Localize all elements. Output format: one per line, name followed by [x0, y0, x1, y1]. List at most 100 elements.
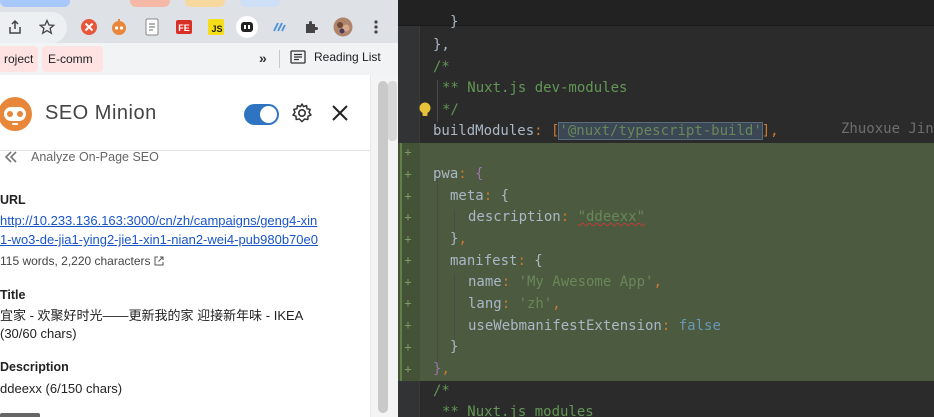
code-line: ** Nuxt.js modules [442, 402, 594, 417]
profile-avatar[interactable] [332, 16, 354, 38]
indent-guide [437, 80, 438, 122]
name-value: 'My Awesome App' [518, 274, 654, 290]
code-line: lang: 'zh', [468, 296, 561, 312]
added-line-marker: + [404, 275, 412, 289]
toggle-knob [260, 106, 277, 123]
panel-scrollbar[interactable] [370, 75, 398, 417]
tab-edge[interactable] [130, 0, 170, 7]
added-line-marker: + [404, 340, 412, 354]
uwe-value: false [678, 318, 721, 334]
url-link-line1[interactable]: http://10.233.136.163:3000/cn/zh/campaig… [0, 212, 317, 230]
description-key: description [468, 209, 561, 225]
panel-header: SEO Minion Analyze On-Page SEO [0, 75, 370, 164]
indent-guide [437, 167, 438, 367]
svg-text:JS: JS [211, 24, 222, 34]
active-tab-edge[interactable] [0, 0, 70, 7]
added-line-marker: + [404, 253, 412, 267]
extension-robot-icon[interactable] [108, 16, 130, 38]
code-line: }, [450, 231, 467, 247]
close-icon[interactable] [331, 104, 349, 122]
extension-red-x-icon[interactable] [78, 16, 100, 38]
url-stats: 115 words, 2,220 characters [0, 254, 164, 268]
extension-lines-icon[interactable] [268, 16, 290, 38]
added-line-marker: + [404, 232, 412, 246]
brace-close: }, [433, 37, 450, 53]
title-label: Title [0, 288, 26, 302]
description-value: ddeexx (6/150 chars) [0, 381, 123, 396]
address-bar-end[interactable] [0, 12, 67, 43]
code-line: /* [433, 57, 450, 77]
code-line: }, [433, 361, 450, 377]
code-line: pwa: { [433, 166, 484, 182]
settings-gear-icon[interactable] [291, 102, 313, 124]
uwe-key: useWebmanifestExtension [468, 318, 662, 334]
extension-doc-icon[interactable] [141, 16, 163, 38]
bookmarks-bar: roject E-comm » Reading List [0, 43, 398, 75]
comment-modules: ** Nuxt.js modules [442, 404, 594, 417]
manifest-key: manifest [450, 253, 518, 269]
code-line: ** Nuxt.js dev-modules [442, 78, 627, 98]
reading-list-label: Reading List [314, 50, 381, 64]
bookmark-star-icon[interactable] [36, 16, 58, 38]
code-line: } [450, 14, 459, 30]
code-line: */ [442, 100, 459, 120]
added-line-marker: + [404, 210, 412, 224]
bookmark-divider [279, 50, 280, 68]
tab-edge[interactable] [240, 0, 280, 7]
description-label: Description [0, 360, 69, 374]
share-icon[interactable] [4, 16, 26, 38]
meta-key: meta [450, 188, 484, 204]
panel-title: SEO Minion [45, 102, 157, 124]
svg-text:FE: FE [178, 23, 190, 33]
added-line-marker: + [404, 189, 412, 203]
code-line: /* [433, 383, 450, 399]
bookmark-project[interactable]: roject [0, 46, 38, 72]
comment-devmodules: ** Nuxt.js dev-modules [442, 80, 628, 96]
code-line: }, [433, 35, 450, 55]
bookmarks-overflow-chevron[interactable]: » [259, 50, 267, 66]
comment-close: */ [442, 102, 459, 118]
extensions-puzzle-icon[interactable] [300, 16, 322, 38]
outer-scrollbar-thumb[interactable] [388, 81, 397, 141]
build-modules-key: buildModules [433, 123, 535, 139]
browser-window: FE JS roject E-comm » Reading List SEO M… [0, 0, 398, 417]
reading-list-icon [290, 50, 306, 64]
code-line: name: 'My Awesome App', [468, 274, 662, 290]
code-line: } [450, 339, 459, 355]
comment-open: /* [433, 59, 450, 75]
code-editor[interactable]: + + + + + + + + + + + } }, /* ** Nuxt.js… [398, 0, 934, 417]
code-line: useWebmanifestExtension: false [468, 318, 721, 334]
enable-toggle[interactable] [244, 104, 279, 125]
lang-value: 'zh' [518, 296, 553, 312]
lightbulb-icon[interactable] [418, 101, 432, 119]
browser-toolbar: FE JS [0, 0, 398, 43]
pwa-key: pwa [433, 166, 459, 182]
bookmark-ecomm[interactable]: E-comm [42, 46, 103, 72]
editor-top-bar [398, 0, 934, 26]
title-value: 宜家 - 欢聚好时光——更新我的家 迎接新年味 - IKEA [0, 308, 304, 323]
more-menu-icon[interactable] [365, 16, 387, 38]
url-link-line2[interactable]: 1-wo3-de-jia1-ying2-jie1-xin1-nian2-wei4… [0, 231, 318, 249]
extension-fe-icon[interactable]: FE [173, 16, 195, 38]
lang-key: lang [468, 296, 502, 312]
description-value: "ddeexx" [577, 209, 646, 225]
git-blame-author: Zhuoxue Jin [841, 121, 934, 137]
added-line-marker: + [404, 296, 412, 310]
tab-edge[interactable] [185, 0, 225, 7]
extension-active-icon[interactable] [236, 16, 258, 38]
build-modules-value: '@nuxt/typescript-build' [558, 122, 763, 140]
external-link-icon[interactable] [154, 256, 164, 266]
scrollbar-thumb[interactable] [378, 81, 388, 413]
extension-js-icon[interactable]: JS [205, 16, 227, 38]
added-line-marker: + [404, 362, 412, 376]
title-count: (30/60 chars) [0, 326, 77, 341]
code-line: description: "ddeexx" [468, 209, 646, 225]
panel-content: URL http://10.233.136.163:3000/cn/zh/cam… [0, 151, 370, 417]
name-key: name [468, 274, 502, 290]
code-line: meta: { [450, 188, 510, 204]
reading-list-button[interactable]: Reading List [290, 50, 381, 64]
url-stats-text: 115 words, 2,220 characters [0, 254, 151, 268]
url-label: URL [0, 193, 26, 207]
added-line-marker: + [404, 145, 412, 159]
code-line: manifest: { [450, 253, 543, 269]
